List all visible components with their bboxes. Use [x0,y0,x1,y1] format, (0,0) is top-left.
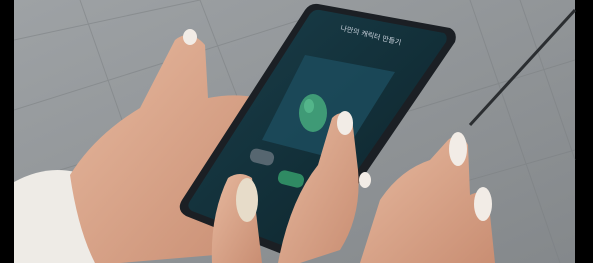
knuckle-nail [359,172,371,188]
left-top-nail [183,29,197,45]
letterbox-right [575,0,593,263]
photo-scene: 나만의 캐릭터 만들기 [0,0,593,263]
photo: 나만의 캐릭터 만들기 [0,0,593,263]
character-highlight [304,99,314,113]
index-nail [337,111,353,135]
pinky-nail [474,187,492,221]
letterbox-left [0,0,14,263]
ring-finger-nail [449,132,467,166]
character-figure [299,94,327,132]
thumb-nail [236,178,258,222]
